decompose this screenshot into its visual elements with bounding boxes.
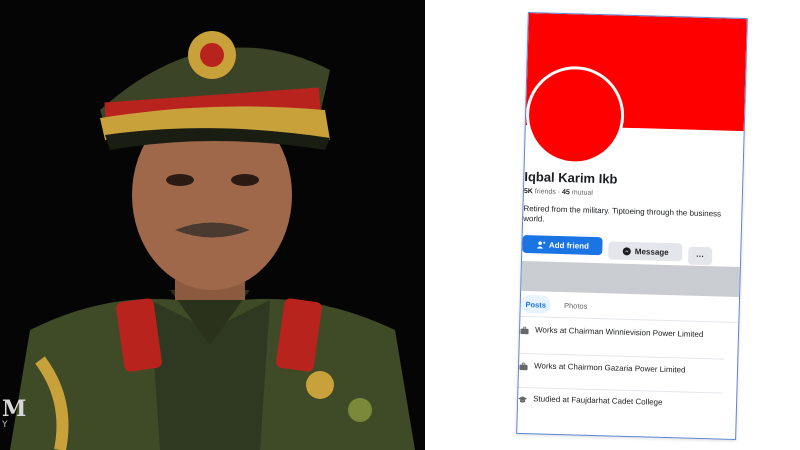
intro-text-education: Studied at Faujdarhat Cadet College <box>533 394 663 407</box>
message-button[interactable]: Message <box>608 241 683 262</box>
intro-text-work-1: Works at Chairman Winnievision Power Lim… <box>534 325 704 340</box>
more-options-icon: ··· <box>696 251 705 261</box>
add-person-icon <box>536 240 545 249</box>
graduation-cap-icon <box>518 396 528 403</box>
mutual-count: 45 <box>561 189 570 197</box>
intro-divider <box>518 386 724 394</box>
mutual-label: mutual <box>571 189 593 197</box>
officer-portrait-image <box>0 0 425 450</box>
intro-text-work-2: Works at Chairmon Gazaria Power Limited <box>533 361 686 375</box>
tab-photos[interactable]: Photos <box>561 296 591 315</box>
briefcase-icon <box>519 362 528 371</box>
profile-screenshot: Iqbal Karim Ikb 5K friends · 45 mutual R… <box>516 12 748 440</box>
watermark-sub: Y <box>2 420 8 430</box>
profile-bio: Retired from the military. Tiptoeing thr… <box>523 203 722 224</box>
message-label: Message <box>634 246 669 257</box>
messenger-icon <box>622 246 631 255</box>
friends-count: 5K <box>523 187 533 196</box>
intro-item-education: Studied at Faujdarhat Cadet College <box>518 394 723 410</box>
profile-name: Iqbal Karim Ikb <box>524 168 618 187</box>
add-friend-label: Add friend <box>548 240 590 251</box>
friends-label: friends <box>534 188 556 196</box>
profile-meta: 5K friends · 45 mutual <box>524 188 593 197</box>
add-friend-button[interactable]: Add friend <box>522 234 603 256</box>
tab-posts[interactable]: Posts <box>520 294 552 314</box>
meta-separator: · <box>557 188 561 196</box>
intro-item-work-1: Works at Chairman Winnievision Power Lim… <box>520 325 725 341</box>
briefcase-icon <box>520 326 529 335</box>
section-divider <box>521 260 740 298</box>
intro-divider <box>519 352 725 360</box>
officer-photo: M Y <box>0 0 425 450</box>
watermark-letter: M <box>2 396 27 422</box>
more-options-button[interactable]: ··· <box>687 246 713 266</box>
intro-item-work-2: Works at Chairmon Gazaria Power Limited <box>519 361 724 377</box>
